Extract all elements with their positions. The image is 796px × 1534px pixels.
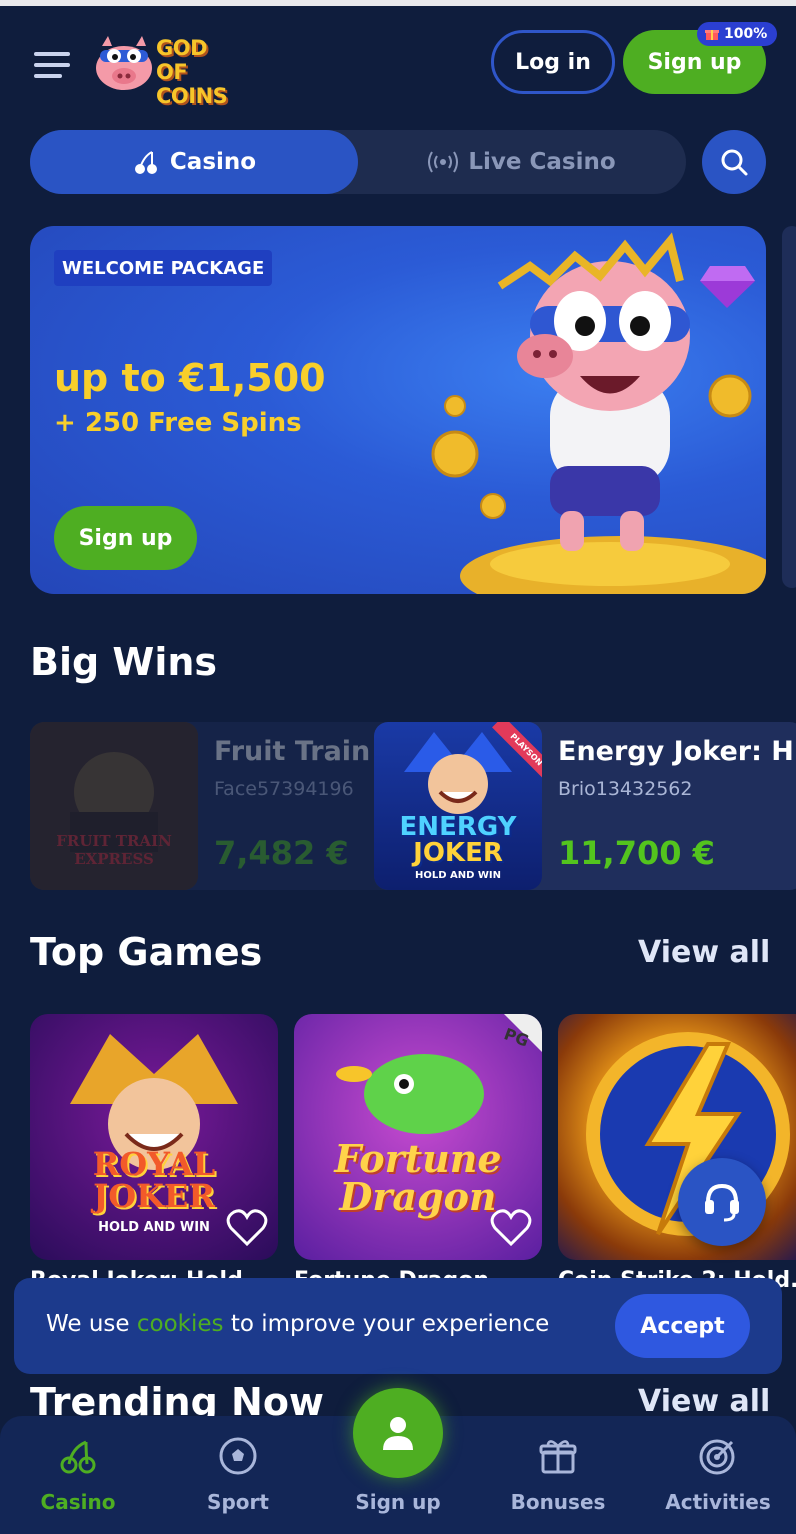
royal-joker-art-title: ROYAL JOKER <box>30 1148 278 1212</box>
cookie-message: We use cookies to improve your experienc… <box>46 1311 549 1337</box>
brand-logo[interactable]: GOD OF COINS <box>94 32 244 108</box>
energy-joker-art-title: ENERGY JOKER <box>374 814 542 866</box>
header: GOD OF COINS Log in Sign up 100% <box>0 6 796 116</box>
search-icon <box>721 149 748 176</box>
cookie-text-after: to improve your experience <box>223 1311 550 1337</box>
user-icon <box>383 1417 413 1450</box>
royal-joker-art-line1: ROYAL <box>92 1145 216 1183</box>
banner-signup-button[interactable]: Sign up <box>54 506 197 570</box>
big-win-user: Face57394196 <box>214 778 354 800</box>
big-wins-title: Big Wins <box>30 640 218 684</box>
game-card-royal-joker[interactable]: ROYAL JOKER HOLD AND WIN <box>30 1014 278 1260</box>
big-win-amount: 7,482 € <box>214 834 349 872</box>
pig-logo-icon <box>96 36 152 90</box>
hamburger-menu-icon[interactable] <box>34 50 74 80</box>
welcome-package-tag: WELCOME PACKAGE <box>54 250 273 286</box>
fruit-train-thumbnail: FRUIT TRAIN EXPRESS <box>30 722 198 890</box>
pig-mascot-illustration <box>431 232 766 594</box>
nav-sport-label: Sport <box>207 1490 269 1514</box>
top-games-title: Top Games <box>30 930 263 974</box>
support-chat-button[interactable] <box>678 1158 766 1246</box>
big-win-user: Brio13432562 <box>558 778 693 800</box>
nav-item-bonuses[interactable]: Bonuses <box>493 1416 623 1534</box>
nav-bonuses-label: Bonuses <box>510 1490 606 1514</box>
brand-line-1: GOD OF <box>156 36 208 84</box>
big-win-card[interactable]: FRUIT TRAIN EXPRESS Fruit Train Express … <box>30 722 400 890</box>
casino-tabs: Casino Live Casino <box>30 130 686 194</box>
fortune-dragon-art-title: Fortune Dragon <box>294 1140 542 1216</box>
nav-item-casino[interactable]: Casino <box>13 1416 143 1534</box>
gift-icon <box>539 1440 577 1474</box>
cookie-text-before: We use <box>46 1311 137 1337</box>
tab-live-casino-label: Live Casino <box>468 149 616 175</box>
gift-icon <box>705 30 719 40</box>
nav-signup-label: Sign up <box>355 1490 441 1514</box>
soccer-ball-icon <box>219 1437 257 1475</box>
fortune-dragon-art-line1: Fortune <box>334 1136 502 1181</box>
cherry-icon <box>60 1440 96 1474</box>
tab-casino[interactable]: Casino <box>30 130 358 194</box>
game-card-fortune-dragon[interactable]: Fortune Dragon PG <box>294 1014 542 1260</box>
next-banner-peek[interactable] <box>782 226 796 588</box>
bonus-badge: 100% <box>697 22 778 46</box>
energy-joker-art-line1: ENERGY <box>399 812 517 842</box>
nav-casino-label: Casino <box>40 1490 116 1514</box>
big-win-game-name: Energy Joker: H... <box>558 736 796 767</box>
brand-line-2: COINS <box>156 84 228 108</box>
welcome-banner[interactable]: WELCOME PACKAGE up to €1,500 + 250 Free … <box>30 226 766 594</box>
big-win-game-name: Fruit Train Express <box>214 736 400 767</box>
favorite-heart-icon[interactable] <box>226 1208 268 1248</box>
promo-amount: up to €1,500 <box>54 356 326 400</box>
cookie-accept-button[interactable]: Accept <box>615 1294 750 1358</box>
cookie-banner: We use cookies to improve your experienc… <box>14 1278 782 1374</box>
tab-casino-label: Casino <box>169 149 257 175</box>
nav-item-activities[interactable]: Activities <box>653 1416 783 1534</box>
live-broadcast-icon <box>428 151 459 173</box>
nav-item-sport[interactable]: Sport <box>173 1416 303 1534</box>
bonus-badge-text: 100% <box>724 26 768 42</box>
top-games-view-all-link[interactable]: View all <box>638 935 770 970</box>
cookies-link[interactable]: cookies <box>137 1311 224 1337</box>
headset-icon <box>705 1183 739 1222</box>
energy-joker-art-subtitle: HOLD AND WIN <box>414 870 502 881</box>
nav-activities-label: Activities <box>665 1490 771 1514</box>
energy-joker-art-line2: JOKER <box>413 838 503 868</box>
big-win-amount: 11,700 € <box>558 834 715 872</box>
search-button[interactable] <box>702 130 766 194</box>
brand-wordmark: GOD OF COINS <box>156 36 244 108</box>
fruit-train-art-text: FRUIT TRAIN EXPRESS <box>56 832 172 868</box>
login-button[interactable]: Log in <box>491 30 615 94</box>
cherry-icon <box>134 151 157 174</box>
tab-live-casino[interactable]: Live Casino <box>358 130 686 194</box>
energy-joker-thumbnail: ENERGY JOKER HOLD AND WIN PLAYSON <box>374 722 542 890</box>
target-icon <box>699 1439 735 1475</box>
big-win-card[interactable]: ENERGY JOKER HOLD AND WIN PLAYSON Energy… <box>374 722 796 890</box>
nav-signup-button[interactable] <box>353 1388 443 1478</box>
promo-free-spins: + 250 Free Spins <box>54 408 302 438</box>
trending-view-all-link[interactable]: View all <box>638 1384 770 1419</box>
favorite-heart-icon[interactable] <box>490 1208 532 1248</box>
